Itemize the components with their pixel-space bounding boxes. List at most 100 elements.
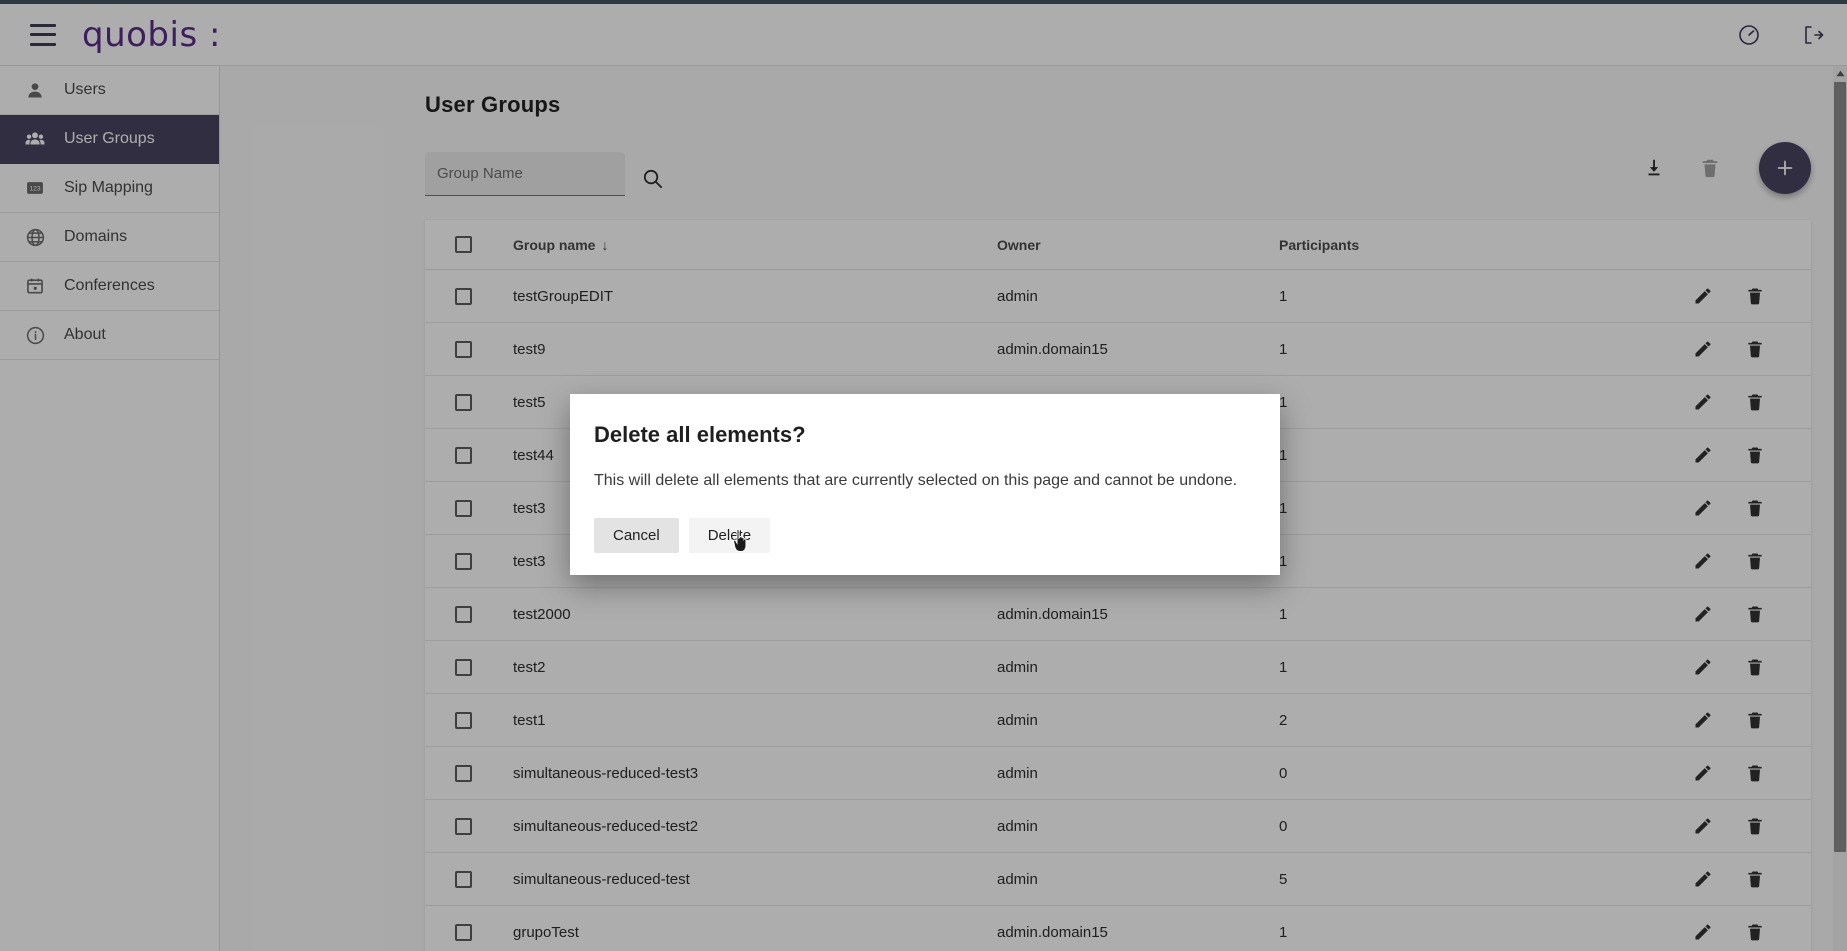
row-checkbox[interactable] [455,499,472,517]
sidebar-item-conferences[interactable]: Conferences [0,262,219,311]
edit-row-icon[interactable] [1693,922,1713,942]
logout-icon[interactable] [1801,23,1825,47]
select-all-checkbox[interactable] [455,236,472,253]
edit-row-icon[interactable] [1693,286,1713,306]
table-row[interactable]: test2000 admin.domain15 1 [425,587,1811,641]
delete-row-icon[interactable] [1745,339,1765,359]
row-select-cell[interactable] [425,587,513,641]
cell-group-name: test9 [513,322,997,376]
cell-participants: 5 [1279,852,1529,906]
row-checkbox[interactable] [455,870,472,888]
person-icon [24,79,46,101]
add-group-button[interactable] [1759,142,1811,194]
table-row[interactable]: test2 admin 1 [425,640,1811,694]
row-select-cell[interactable] [425,852,513,906]
table-row[interactable]: simultaneous-reduced-test2 admin 0 [425,799,1811,853]
edit-row-icon[interactable] [1693,392,1713,412]
edit-row-icon[interactable] [1693,339,1713,359]
table-row[interactable]: test9 admin.domain15 1 [425,322,1811,376]
table-row[interactable]: test1 admin 2 [425,693,1811,747]
delete-row-icon[interactable] [1745,816,1765,836]
sidebar-item-user-groups[interactable]: User Groups [0,115,219,164]
edit-row-icon[interactable] [1693,710,1713,730]
cell-participants: 1 [1279,587,1529,641]
row-checkbox[interactable] [455,552,472,570]
row-select-cell[interactable] [425,799,513,853]
bulk-delete-icon[interactable] [1699,157,1721,179]
table-row[interactable]: simultaneous-reduced-test3 admin 0 [425,746,1811,800]
sidebar-item-label: Domains [64,228,128,245]
edit-row-icon[interactable] [1693,551,1713,571]
download-icon[interactable] [1643,157,1665,179]
table-row[interactable]: testGroupEDIT admin 1 [425,269,1811,323]
row-select-cell[interactable] [425,746,513,800]
search-input[interactable] [437,165,613,182]
row-checkbox[interactable] [455,711,472,729]
row-checkbox[interactable] [455,764,472,782]
cell-row-actions [1529,428,1811,482]
row-checkbox[interactable] [455,446,472,464]
delete-row-icon[interactable] [1745,657,1765,677]
delete-row-icon[interactable] [1745,286,1765,306]
hamburger-icon[interactable] [30,23,56,46]
sidebar-item-domains[interactable]: Domains [0,213,219,262]
edit-row-icon[interactable] [1693,445,1713,465]
edit-row-icon[interactable] [1693,869,1713,889]
row-checkbox[interactable] [455,340,472,358]
row-select-cell[interactable] [425,905,513,951]
row-select-cell[interactable] [425,693,513,747]
edit-row-icon[interactable] [1693,498,1713,518]
table-row[interactable]: grupoTest admin.domain15 1 [425,905,1811,951]
header-group-name[interactable]: Group name ↓ [513,220,997,270]
edit-row-icon[interactable] [1693,763,1713,783]
scrollbar-thumb[interactable] [1834,82,1846,852]
row-select-cell[interactable] [425,322,513,376]
header-participants[interactable]: Participants [1279,220,1529,270]
delete-row-icon[interactable] [1745,445,1765,465]
sidebar-item-sip-mapping[interactable]: 123 Sip Mapping [0,164,219,213]
delete-button[interactable]: Delete [688,517,771,553]
edit-row-icon[interactable] [1693,657,1713,677]
sidebar-navigation: Users User Groups 123 Sip Mapping Domain… [0,66,220,951]
page-scrollbar[interactable] [1833,66,1847,951]
cell-row-actions [1529,799,1811,853]
row-select-cell[interactable] [425,428,513,482]
edit-row-icon[interactable] [1693,604,1713,624]
cell-participants: 2 [1279,693,1529,747]
row-checkbox[interactable] [455,393,472,411]
row-select-cell[interactable] [425,269,513,323]
cell-participants: 1 [1279,905,1529,951]
row-checkbox[interactable] [455,287,472,305]
row-checkbox[interactable] [455,605,472,623]
delete-row-icon[interactable] [1745,604,1765,624]
delete-row-icon[interactable] [1745,922,1765,942]
header-owner[interactable]: Owner [997,220,1279,270]
cell-row-actions [1529,375,1811,429]
row-select-cell[interactable] [425,481,513,535]
delete-row-icon[interactable] [1745,392,1765,412]
edit-row-icon[interactable] [1693,816,1713,836]
delete-row-icon[interactable] [1745,710,1765,730]
table-row[interactable]: simultaneous-reduced-test admin 5 [425,852,1811,906]
delete-row-icon[interactable] [1745,869,1765,889]
row-select-cell[interactable] [425,534,513,588]
row-checkbox[interactable] [455,817,472,835]
sidebar-item-about[interactable]: About [0,311,219,360]
row-select-cell[interactable] [425,640,513,694]
delete-row-icon[interactable] [1745,498,1765,518]
cell-participants: 0 [1279,799,1529,853]
dashboard-icon[interactable] [1737,23,1761,47]
search-icon[interactable] [641,167,664,190]
cell-participants: 1 [1279,375,1529,429]
row-checkbox[interactable] [455,923,472,941]
row-checkbox[interactable] [455,658,472,676]
sidebar-item-users[interactable]: Users [0,66,219,115]
scroll-up-arrow-icon[interactable] [1833,66,1847,80]
header-select-all[interactable] [425,220,513,270]
search-field-wrapper[interactable] [425,152,625,196]
row-select-cell[interactable] [425,375,513,429]
cancel-button[interactable]: Cancel [594,517,679,553]
delete-row-icon[interactable] [1745,763,1765,783]
delete-row-icon[interactable] [1745,551,1765,571]
cell-group-name: simultaneous-reduced-test [513,852,997,906]
